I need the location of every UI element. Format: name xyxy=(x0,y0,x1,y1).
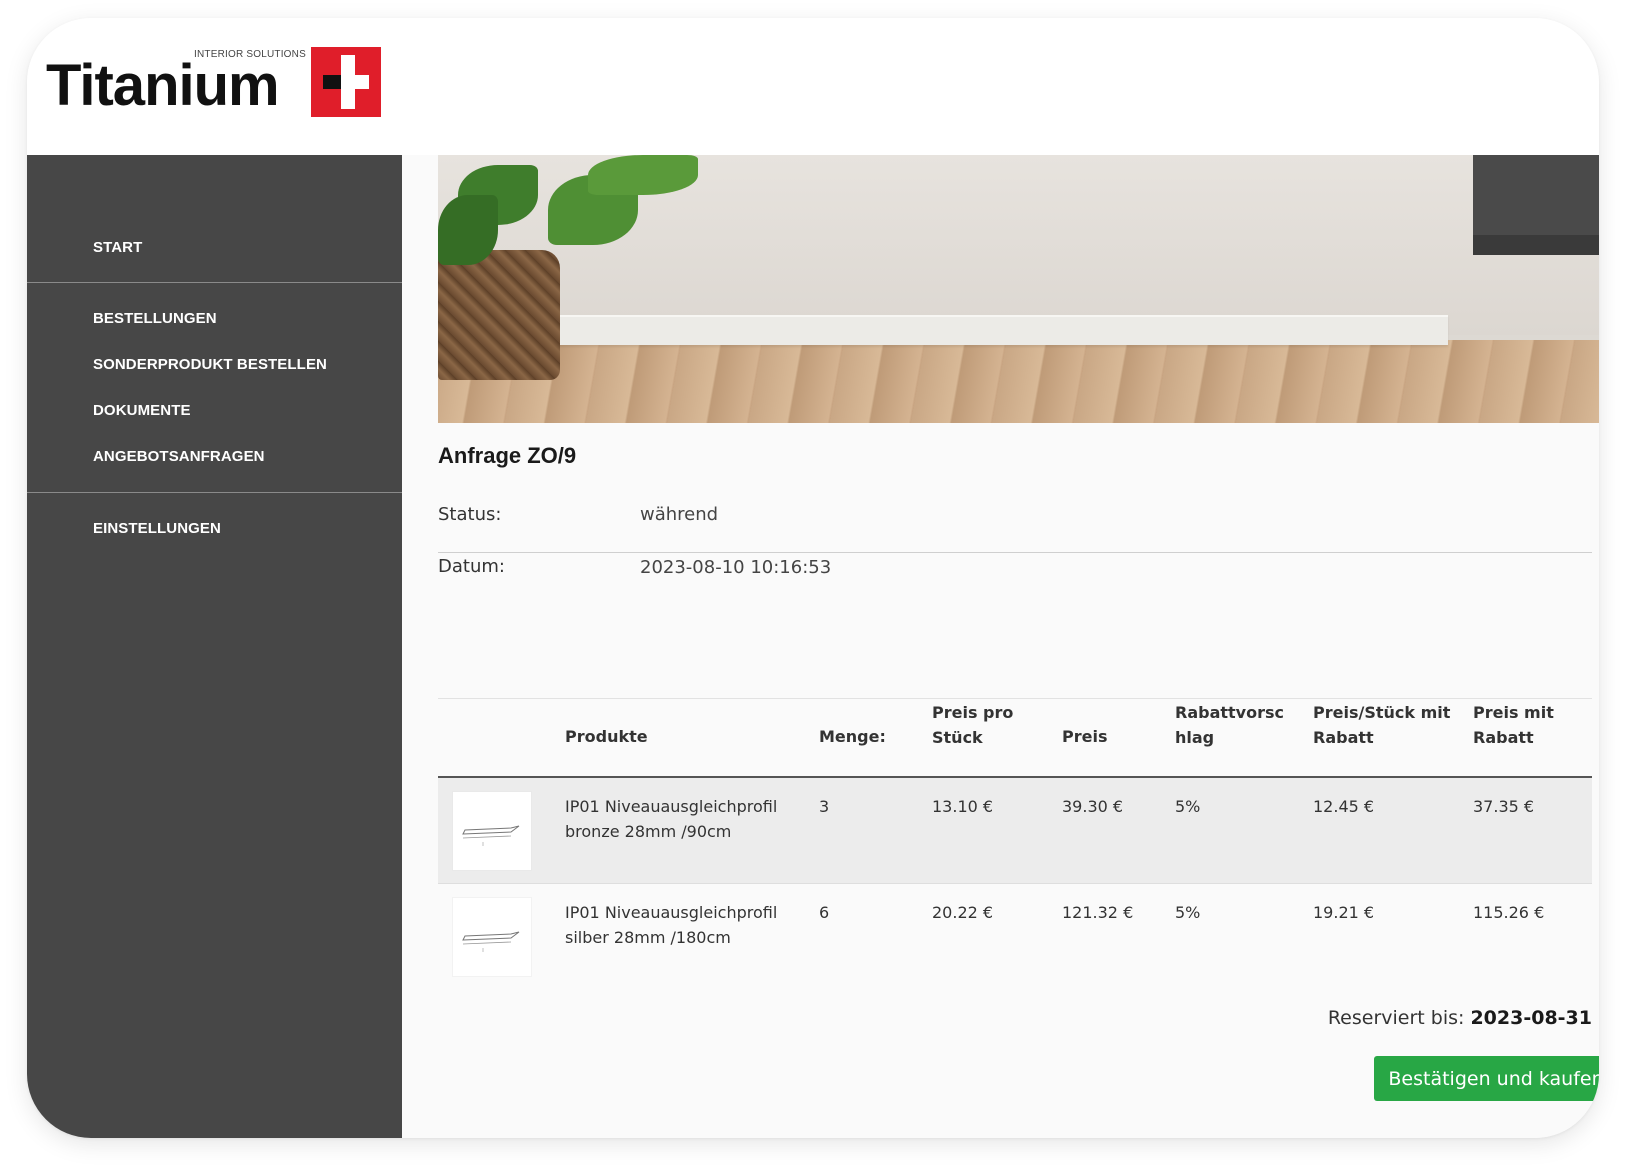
sidebar-item-dokumente[interactable]: DOKUMENTE xyxy=(93,402,191,419)
product-name[interactable]: IP01 Niveauausgleichprofil silber 28mm /… xyxy=(565,900,795,950)
header: Titanium INTERIOR SOLUTIONS xyxy=(27,18,1599,155)
price: 121.32 € xyxy=(1062,903,1134,922)
hero-image xyxy=(438,155,1599,423)
qty: 3 xyxy=(819,797,830,816)
discount: 5% xyxy=(1175,903,1201,922)
sidebar-divider xyxy=(27,282,402,283)
unit-price-discount: 12.45 € xyxy=(1313,797,1375,816)
col-header-unit-price: Preis pro Stück xyxy=(932,703,1014,747)
price-discount: 115.26 € xyxy=(1473,903,1545,922)
unit-price: 13.10 € xyxy=(932,797,994,816)
sidebar-item-angebotsanfragen[interactable]: ANGEBOTSANFRAGEN xyxy=(93,448,265,465)
unit-price-discount: 19.21 € xyxy=(1313,903,1375,922)
reserved-date: 2023-08-31 xyxy=(1470,1007,1592,1029)
page-title: Anfrage ZO/9 xyxy=(438,443,577,468)
brand-tagline: INTERIOR SOLUTIONS xyxy=(194,49,306,60)
table-row: IP01 Niveauausgleichprofil bronze 28mm /… xyxy=(438,778,1592,884)
sidebar: START BESTELLUNGEN SONDERPRODUKT BESTELL… xyxy=(27,155,402,1138)
status-label: Status: xyxy=(438,504,502,525)
app-window: Titanium INTERIOR SOLUTIONS START BESTEL… xyxy=(27,18,1599,1138)
qty: 6 xyxy=(819,903,830,922)
table-row: IP01 Niveauausgleichprofil silber 28mm /… xyxy=(438,884,1592,989)
brand-name: Titanium xyxy=(46,53,280,118)
date-value: 2023-08-10 10:16:53 xyxy=(640,557,832,578)
sidebar-item-bestellungen[interactable]: BESTELLUNGEN xyxy=(93,310,217,327)
col-header-discount: Rabattvorschlag xyxy=(1175,703,1284,747)
table-top-border xyxy=(438,698,1592,699)
sidebar-item-start[interactable]: START xyxy=(93,239,142,256)
reserved-until: Reserviert bis: 2023-08-31 xyxy=(1328,1007,1592,1029)
sidebar-divider xyxy=(27,492,402,493)
product-thumbnail[interactable] xyxy=(452,791,532,871)
price: 39.30 € xyxy=(1062,797,1124,816)
product-name[interactable]: IP01 Niveauausgleichprofil bronze 28mm /… xyxy=(565,794,795,844)
sidebar-item-sonderprodukt[interactable]: SONDERPRODUKT BESTELLEN xyxy=(93,356,327,373)
sidebar-item-einstellungen[interactable]: EINSTELLUNGEN xyxy=(93,520,221,537)
status-value: während xyxy=(640,504,719,525)
col-header-qty: Menge: xyxy=(819,727,886,746)
col-header-price-discount: Preis mit Rabatt xyxy=(1473,703,1554,747)
date-label: Datum: xyxy=(438,556,505,577)
col-header-unit-price-discount: Preis/Stück mit Rabatt xyxy=(1313,703,1451,747)
main-content: Anfrage ZO/9 Status: während Datum: 2023… xyxy=(402,155,1599,1138)
info-divider xyxy=(438,552,1592,553)
price-discount: 37.35 € xyxy=(1473,797,1535,816)
discount: 5% xyxy=(1175,797,1201,816)
swiss-cross-icon xyxy=(311,47,381,117)
confirm-and-buy-button[interactable]: Bestätigen und kaufen xyxy=(1374,1056,1599,1101)
product-thumbnail[interactable] xyxy=(452,897,532,977)
col-header-price: Preis xyxy=(1062,727,1108,746)
reserved-label: Reserviert bis: xyxy=(1327,1007,1465,1029)
col-header-product: Produkte xyxy=(565,727,648,746)
unit-price: 20.22 € xyxy=(932,903,994,922)
